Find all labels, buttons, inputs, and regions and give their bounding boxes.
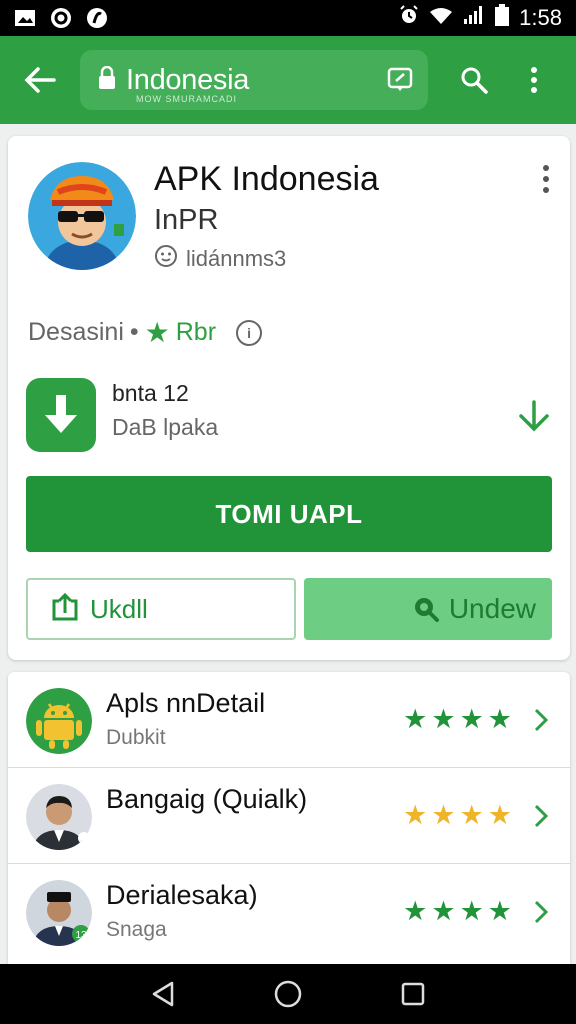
- edit-button[interactable]: [384, 64, 416, 96]
- install-button[interactable]: TOMI UAPL: [26, 476, 552, 552]
- nav-back-button[interactable]: [138, 969, 188, 1019]
- share-button[interactable]: Ukdll: [26, 578, 296, 640]
- overflow-menu-button[interactable]: [504, 50, 564, 110]
- address-pill[interactable]: Indonesia MOW SMURAMCADI: [80, 50, 428, 110]
- view-button-label: Undew: [448, 593, 536, 624]
- chevron-right-icon[interactable]: [526, 702, 556, 738]
- star-icon: ★: [459, 896, 484, 926]
- download-subtitle: DaB lpaka: [112, 414, 219, 440]
- battery-icon: [495, 4, 510, 32]
- list-item-subtitle: Snaga: [106, 918, 167, 941]
- smiley-icon: [154, 244, 178, 274]
- nav-home-button[interactable]: [263, 969, 313, 1019]
- rank-label: Rbr: [175, 318, 217, 346]
- star-icon: ★: [459, 704, 484, 734]
- app-bar: Indonesia MOW SMURAMCADI: [0, 36, 576, 124]
- star-rating: ★ ★ ★ ★: [403, 802, 512, 829]
- star-icon: ★: [431, 704, 456, 734]
- list-item-title: Apls nnDetail: [106, 688, 266, 718]
- card-overflow-button[interactable]: [536, 162, 556, 196]
- download-icon: [26, 378, 96, 452]
- rating-label: Desasini: [28, 318, 124, 346]
- nav-recents-button[interactable]: [388, 969, 438, 1019]
- image-icon: [14, 7, 36, 29]
- star-icon: ★: [403, 896, 428, 926]
- alarm-icon: [399, 5, 419, 31]
- view-button[interactable]: Undew: [304, 578, 552, 640]
- list-item-title: Derialesaka): [106, 880, 258, 910]
- list-item[interactable]: Apls nnDetail Dubkit ★ ★ ★ ★: [8, 672, 570, 768]
- lock-icon: [98, 65, 116, 95]
- edit-icon: [387, 67, 413, 91]
- more-vert-icon: [543, 164, 549, 171]
- clock-time: 1:58: [519, 5, 562, 30]
- more-vert-icon: [531, 67, 537, 93]
- circle-notification-icon: [50, 7, 72, 29]
- list-item-title: Bangaig (Quialk): [106, 784, 308, 814]
- list-item-subtitle: Dubkit: [106, 726, 166, 749]
- person-photo: 13: [26, 880, 92, 946]
- list-item[interactable]: 13 Derialesaka) Snaga ★ ★ ★ ★: [8, 864, 570, 960]
- back-button[interactable]: [0, 36, 80, 124]
- download-row[interactable]: bnta 12 DaB lpaka: [26, 376, 552, 454]
- rating-row: Desasini • ★ Rbr i: [28, 316, 263, 349]
- circle-notification-icon: [86, 7, 108, 29]
- star-icon: ★: [144, 317, 170, 348]
- search-button[interactable]: [444, 50, 504, 110]
- chevron-down-icon[interactable]: [516, 398, 552, 434]
- app-name: APK Indonesia: [154, 160, 379, 198]
- separator-dot: •: [129, 318, 139, 346]
- star-icon: ★: [403, 800, 428, 830]
- recents-square-icon: [402, 982, 425, 1006]
- star-icon: ★: [431, 800, 456, 830]
- related-apps-list: Apls nnDetail Dubkit ★ ★ ★ ★ Bangaig (Quial…: [8, 672, 570, 964]
- toolbar-title: Indonesia: [126, 63, 250, 96]
- meta-text: lidánnms3: [186, 246, 287, 271]
- star-icon: ★: [487, 800, 512, 830]
- chevron-right-icon[interactable]: [526, 798, 556, 834]
- share-button-label: Ukdll: [90, 593, 148, 624]
- share-icon: [52, 593, 78, 621]
- system-nav-bar: [0, 964, 576, 1024]
- toolbar-subtitle: MOW SMURAMCADI: [136, 94, 237, 104]
- star-icon: ★: [487, 704, 512, 734]
- star-icon: ★: [431, 896, 456, 926]
- developer-name[interactable]: InPR: [154, 204, 218, 237]
- star-rating: ★ ★ ★ ★: [403, 898, 512, 925]
- app-details-card: APK Indonesia InPR lidánnms3 Desasini • …: [8, 136, 570, 660]
- app-icon: [28, 162, 136, 270]
- secondary-actions: Ukdll Undew: [26, 578, 552, 640]
- chevron-right-icon[interactable]: [526, 894, 556, 930]
- star-icon: ★: [403, 704, 428, 734]
- list-item[interactable]: Bangaig (Quialk) ★ ★ ★ ★: [8, 768, 570, 864]
- back-triangle-icon: [152, 981, 173, 1007]
- star-icon: ★: [487, 896, 512, 926]
- app-meta: lidánnms3: [154, 244, 286, 274]
- svg-text:13: 13: [75, 930, 87, 941]
- info-icon[interactable]: i: [236, 319, 263, 346]
- android-icon: [26, 688, 92, 754]
- back-arrow-icon: [24, 67, 56, 93]
- status-bar: 1:58: [0, 0, 576, 36]
- search-zoom-icon: [414, 598, 439, 622]
- star-rating: ★ ★ ★ ★: [403, 706, 512, 733]
- person-photo: [26, 784, 92, 850]
- star-icon: ★: [459, 800, 484, 830]
- search-icon: [461, 67, 488, 94]
- home-circle-icon: [274, 980, 302, 1008]
- download-title: bnta 12: [112, 380, 189, 406]
- wifi-icon: [429, 5, 453, 31]
- signal-icon: [463, 5, 485, 31]
